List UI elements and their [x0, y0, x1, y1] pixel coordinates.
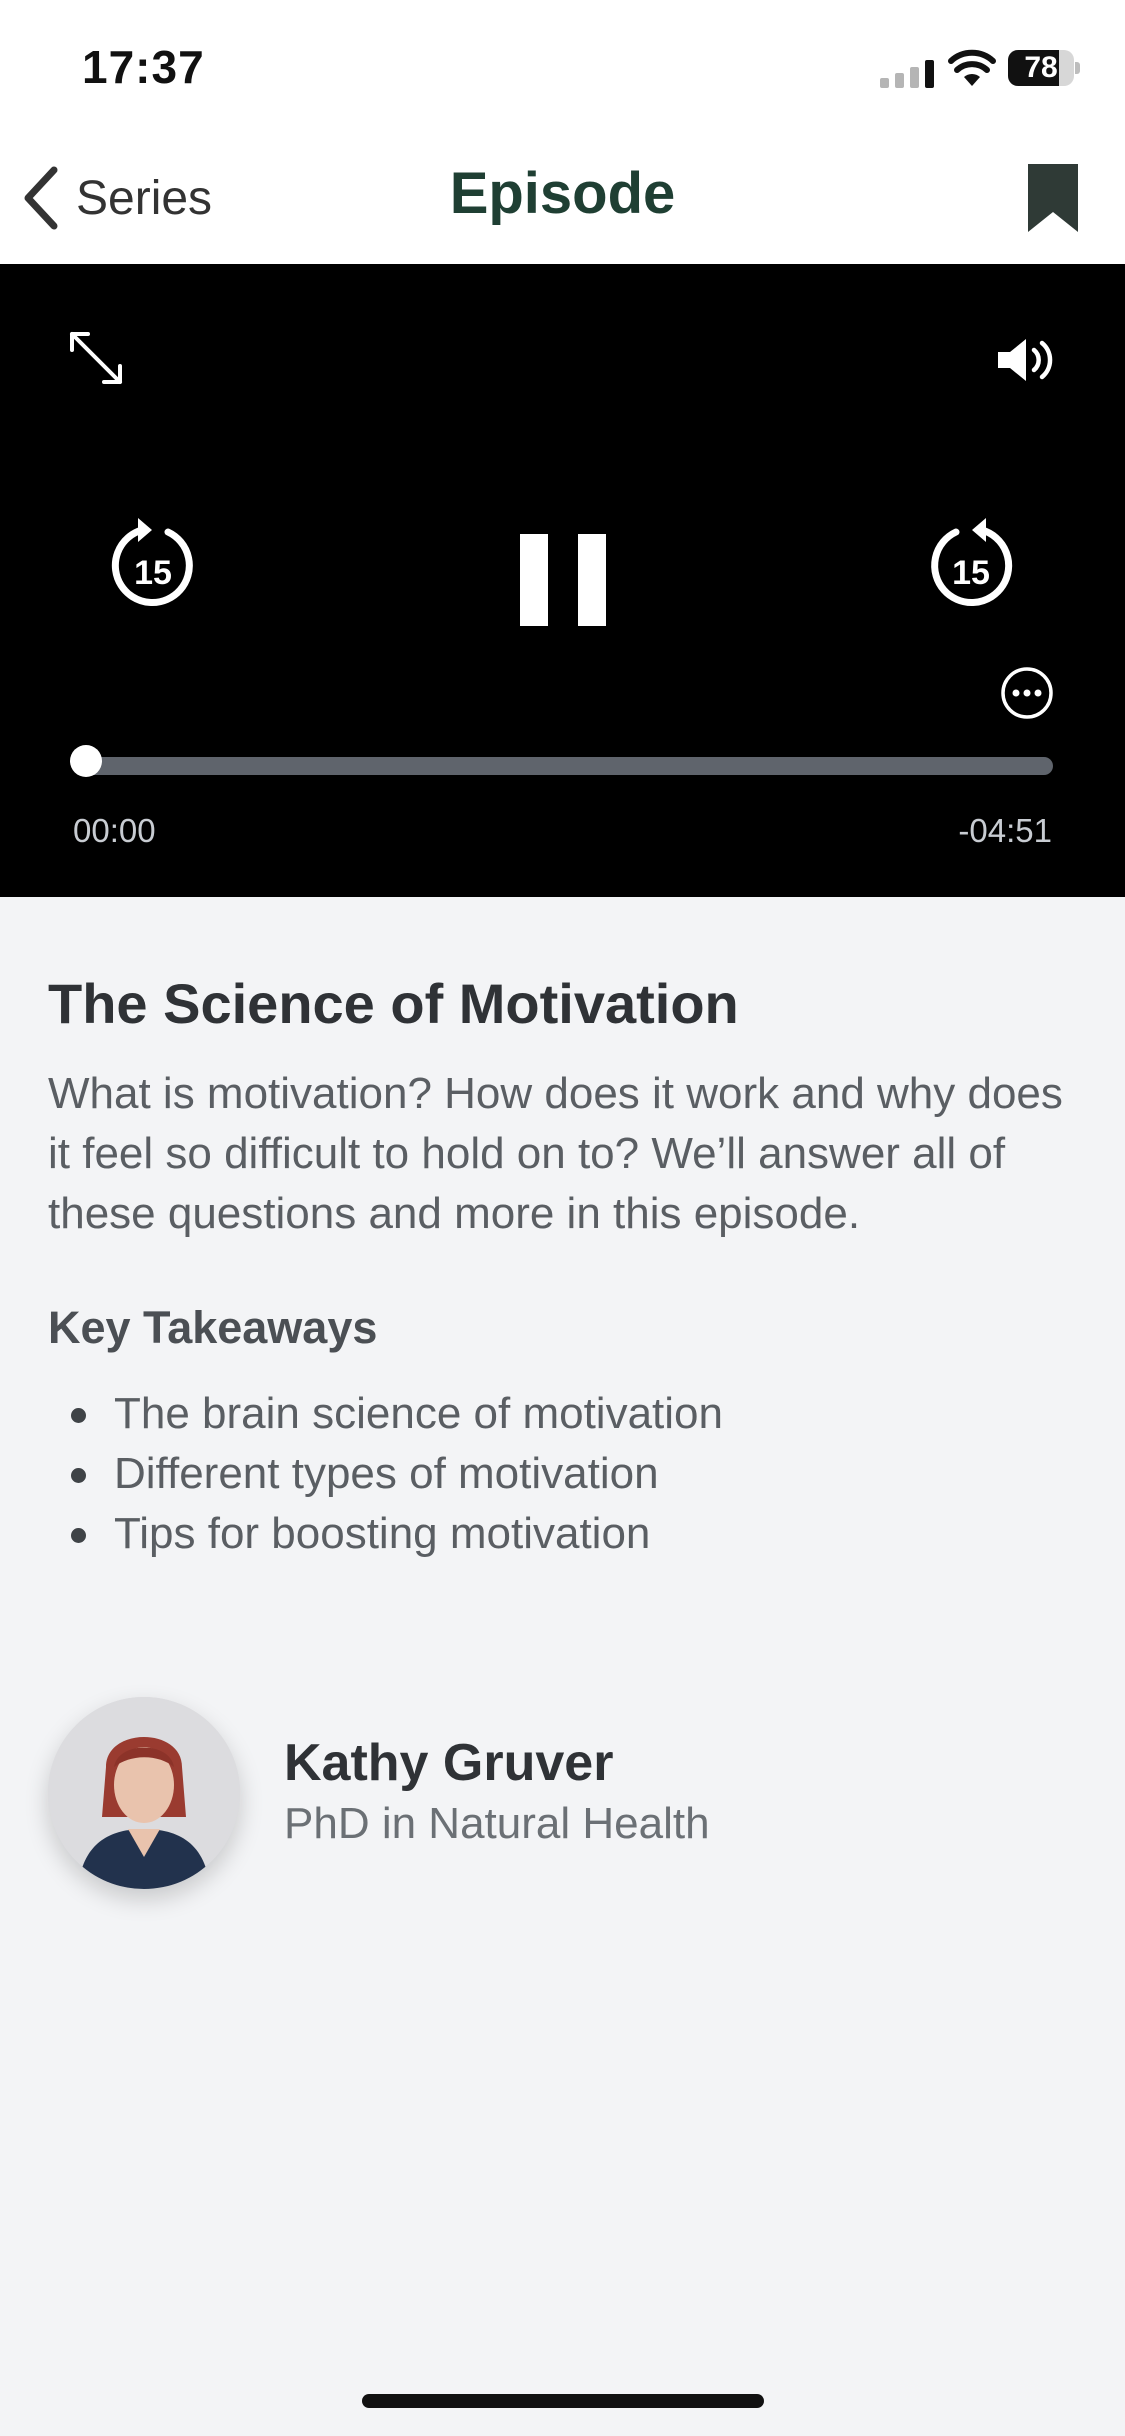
forward-seconds: 15 — [952, 554, 990, 592]
status-bar: 17:37 78 — [0, 0, 1125, 132]
volume-icon[interactable] — [996, 336, 1056, 384]
audio-player: 15 15 00:00 -04:51 — [0, 264, 1125, 897]
elapsed-time: 00:00 — [73, 812, 156, 849]
remaining-time: -04:51 — [958, 812, 1052, 849]
pause-icon[interactable] — [520, 534, 606, 626]
progress-scrubber[interactable] — [70, 745, 102, 777]
more-icon[interactable] — [1000, 666, 1054, 720]
episode-details: The Science of Motivation What is motiva… — [48, 897, 1078, 1564]
episode-title: The Science of Motivation — [48, 972, 739, 1035]
author-credential: PhD in Natural Health — [284, 1799, 710, 1848]
rewind-15-icon: 15 — [111, 518, 193, 607]
list-item: The brain science of motivation — [48, 1384, 1078, 1444]
expand-icon[interactable] — [68, 330, 124, 386]
list-item: Tips for boosting motivation — [48, 1504, 1078, 1564]
wifi-icon — [948, 49, 996, 86]
back-chevron-icon — [24, 166, 58, 230]
episode-description: What is motivation? How does it work and… — [48, 1069, 1063, 1238]
rewind-15-button[interactable]: 15 — [108, 514, 198, 614]
home-indicator — [362, 2394, 764, 2408]
battery-tip — [1075, 62, 1080, 74]
author-name: Kathy Gruver — [284, 1734, 614, 1792]
author-photo — [48, 1697, 240, 1889]
battery-body: 78 — [1008, 50, 1074, 86]
bookmark-icon[interactable] — [1026, 162, 1080, 234]
avatar — [48, 1697, 240, 1889]
author-card[interactable]: Kathy Gruver PhD in Natural Health — [48, 1697, 1078, 1891]
progress-bar[interactable] — [86, 757, 1053, 775]
battery-icon: 78 — [1008, 50, 1080, 86]
status-time: 17:37 — [82, 41, 205, 93]
forward-15-button[interactable]: 15 — [926, 514, 1016, 614]
back-label: Series — [76, 171, 213, 225]
rewind-seconds: 15 — [134, 554, 172, 592]
forward-15-icon: 15 — [931, 518, 1013, 607]
key-takeaways-heading: Key Takeaways — [48, 1302, 378, 1353]
list-item: Different types of motivation — [48, 1444, 1078, 1504]
episode-screen: 17:37 78 Series Episode 15 15 00:00 -04:… — [0, 0, 1125, 2436]
key-takeaways-list: The brain science of motivation Differen… — [48, 1384, 1078, 1564]
nav-bar: Series Episode — [0, 132, 1125, 264]
battery-percent: 78 — [1024, 51, 1058, 84]
cellular-signal-icon — [880, 60, 934, 88]
back-button[interactable]: Series — [22, 166, 212, 230]
